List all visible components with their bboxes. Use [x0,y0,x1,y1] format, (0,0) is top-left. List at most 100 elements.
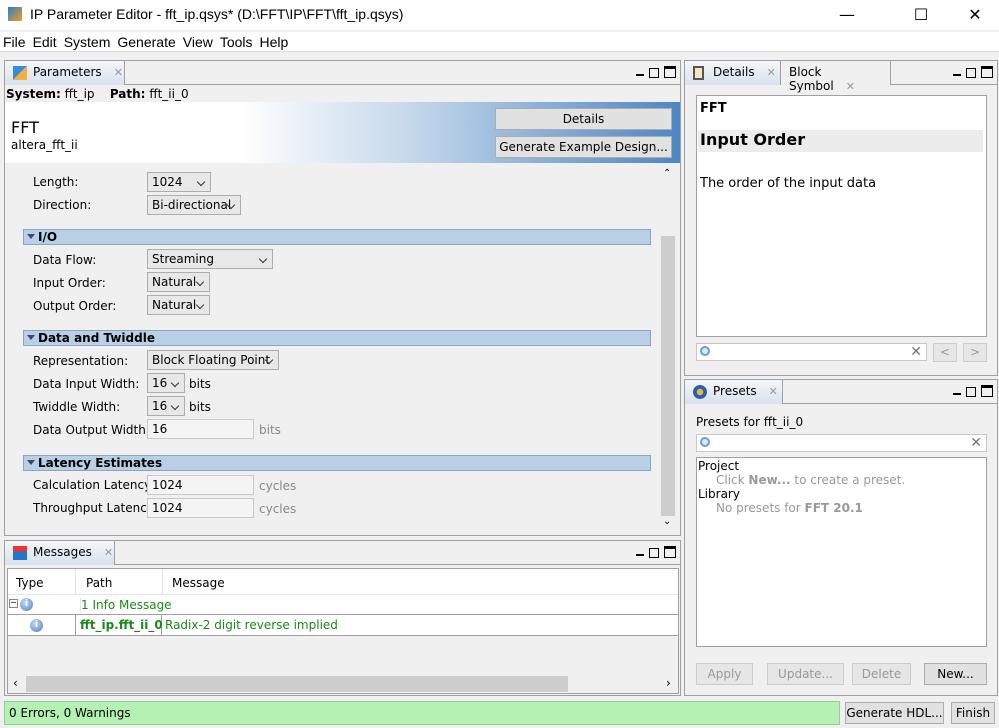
maximize-icon[interactable] [981,385,993,397]
data-flow-select[interactable]: Streaming [147,249,273,269]
output-order-select[interactable]: Natural [147,295,210,315]
parameters-icon [13,66,27,80]
close-tab-icon[interactable]: ✕ [846,80,855,93]
vertical-scrollbar[interactable]: ⌃ ⌄ [659,166,677,532]
bits-unit: bits [259,423,281,437]
generate-hdl-button[interactable]: Generate HDL... [845,702,944,724]
throughput-latency-label: Throughput Latency: [33,501,158,515]
presets-search-input[interactable]: ✕ [696,434,987,452]
system-label: System: [6,87,61,101]
cycles-unit: cycles [259,479,297,493]
data-input-width-select[interactable]: 16 [147,373,185,393]
presets-tree: Project Click New... to create a preset.… [696,457,987,647]
maximize-icon[interactable] [664,546,676,558]
menu-help[interactable]: Help [257,32,293,51]
info-icon: i [30,619,43,632]
horizontal-scrollbar[interactable]: ‹ › [8,675,678,693]
minimize-icon[interactable] [953,68,961,76]
app-icon [8,7,22,21]
restore-icon[interactable] [966,68,976,78]
length-select[interactable]: 1024 [147,172,211,192]
menu-edit[interactable]: Edit [30,32,61,51]
next-button[interactable]: > [963,343,987,362]
tab-label: Details [713,65,755,79]
project-hint: Click New... to create a preset. [716,473,906,487]
parameters-form: Length: 1024 Direction: Bi-directional I… [9,165,659,533]
tab-details[interactable]: Details ✕ [685,61,781,85]
component-name: altera_fft_ii [11,138,78,152]
close-tab-icon[interactable]: ✕ [114,66,123,79]
bits-unit: bits [189,377,211,391]
previous-button[interactable]: < [933,343,957,362]
path-label: Path: [109,87,146,101]
presets-panel: Presets ✕ Presets for fft_ii_0 ✕ Project … [684,379,998,696]
menu-system[interactable]: System [61,32,115,51]
scrollbar-thumb[interactable] [661,236,675,516]
message-path: fft_ip.fft_ii_0 [75,615,163,635]
tab-block-symbol[interactable]: Block Symbol ✕ [781,61,891,93]
finish-button[interactable]: Finish [951,702,995,724]
details-component: FFT [700,101,727,116]
presets-icon [693,385,707,399]
clear-icon[interactable]: ✕ [910,344,922,360]
delete-button[interactable]: Delete [852,663,911,685]
menu-generate[interactable]: Generate [114,32,179,51]
generate-example-design-button[interactable]: Generate Example Design... [495,136,672,158]
update-button[interactable]: Update... [767,663,844,685]
section-io[interactable]: I/O [23,229,651,245]
menu-view[interactable]: View [180,32,217,51]
clear-icon[interactable]: ✕ [970,435,982,451]
column-type[interactable]: Type [16,576,44,590]
tree-project[interactable]: Project [698,459,985,473]
tab-presets[interactable]: Presets ✕ [685,380,783,404]
twiddle-width-select[interactable]: 16 [147,396,185,416]
scrollbar-thumb[interactable] [26,676,568,692]
column-message[interactable]: Message [162,569,225,595]
twiddle-width-label: Twiddle Width: [33,400,121,414]
maximize-button[interactable]: ☐ [898,2,944,28]
minimize-button[interactable]: — [824,2,870,28]
component-title: FFT [11,118,39,137]
tree-library[interactable]: Library [698,487,985,501]
apply-button[interactable]: Apply [696,663,753,685]
close-tab-icon[interactable]: ✕ [769,385,778,398]
message-group-row[interactable]: − i 1 Info Message [8,595,678,615]
tab-parameters[interactable]: Parameters ✕ [5,61,125,85]
system-value: fft_ip [64,87,95,101]
menu-bar: File Edit System Generate View Tools Hel… [0,32,999,52]
message-row[interactable]: i fft_ip.fft_ii_0 Radix-2 digit reverse … [8,615,678,636]
tab-messages[interactable]: Messages ✕ [5,541,115,565]
new-preset-button[interactable]: New... [924,663,987,685]
parameters-panel: Parameters ✕ System: fft_ip Path: fft_ii_… [4,60,681,536]
direction-select[interactable]: Bi-directional [147,195,241,215]
bits-unit: bits [189,400,211,414]
details-search-input[interactable]: ✕ [696,343,927,361]
output-order-label: Output Order: [33,299,117,313]
restore-icon[interactable] [649,68,659,78]
restore-icon[interactable] [649,548,659,558]
cycles-unit: cycles [259,502,297,516]
throughput-latency-field: 1024 [147,498,254,518]
close-tab-icon[interactable]: ✕ [767,66,776,79]
maximize-icon[interactable] [664,66,676,78]
minimize-icon[interactable] [636,68,644,76]
restore-icon[interactable] [966,387,976,397]
section-latency[interactable]: Latency Estimates [23,455,651,471]
minimize-icon[interactable] [636,548,644,556]
column-path[interactable]: Path [75,569,162,595]
input-order-select[interactable]: Natural [147,272,210,292]
tab-label: Block Symbol [789,65,834,93]
maximize-icon[interactable] [981,66,993,78]
data-output-width-field: 16 [147,419,254,439]
details-button[interactable]: Details [495,108,672,130]
close-button[interactable]: ✕ [952,2,998,28]
section-data-twiddle[interactable]: Data and Twiddle [23,330,651,346]
data-output-width-label: Data Output Width: [33,423,150,437]
length-label: Length: [33,175,79,189]
menu-file[interactable]: File [0,32,30,51]
close-tab-icon[interactable]: ✕ [104,546,113,559]
menu-tools[interactable]: Tools [217,32,257,51]
minimize-icon[interactable] [953,387,961,395]
collapse-icon[interactable]: − [9,599,18,608]
representation-select[interactable]: Block Floating Point [147,350,279,370]
